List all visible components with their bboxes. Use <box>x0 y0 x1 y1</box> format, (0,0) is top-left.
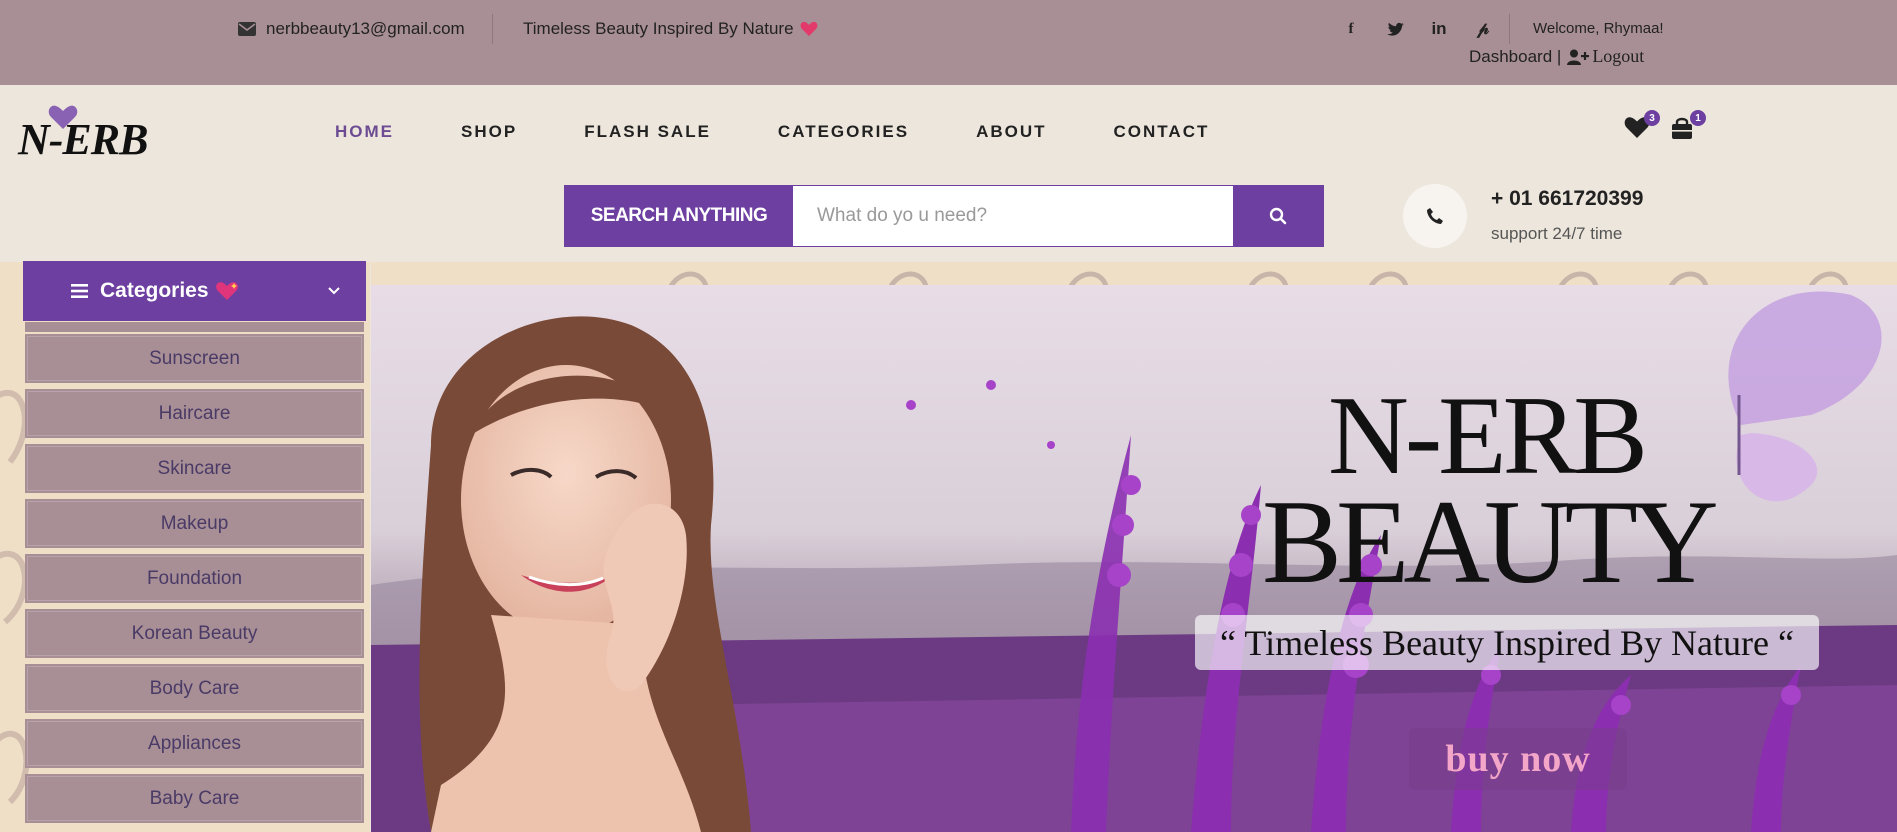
main-nav: HOME SHOP FLASH SALE CATEGORIES ABOUT CO… <box>335 122 1209 142</box>
email-text: nerbbeauty13@gmail.com <box>266 19 465 38</box>
category-sunscreen[interactable]: Sunscreen <box>25 334 364 383</box>
category-body-care[interactable]: Body Care <box>25 664 364 713</box>
site-logo[interactable]: N-ERB <box>18 104 173 164</box>
heart-icon <box>800 21 818 37</box>
welcome-text: Welcome, Rhymaa! <box>1533 20 1664 37</box>
logout-label: Logout <box>1592 46 1645 66</box>
search-label: SEARCH ANYTHING <box>565 186 793 246</box>
nav-contact[interactable]: CONTACT <box>1114 122 1210 142</box>
top-bar: nerbbeauty13@gmail.com Timeless Beauty I… <box>0 0 1897 85</box>
phone-icon <box>1427 208 1443 224</box>
search-button[interactable] <box>1233 186 1323 246</box>
buy-now-button[interactable]: buy now <box>1409 728 1627 790</box>
linkedin-icon[interactable]: in <box>1426 17 1452 41</box>
support-text: support 24/7 time <box>1491 224 1623 243</box>
tagline: Timeless Beauty Inspired By Nature <box>523 19 818 39</box>
facebook-icon[interactable]: f <box>1338 17 1364 41</box>
social-links: f in 𝓅 <box>1338 17 1496 41</box>
contact-email[interactable]: nerbbeauty13@gmail.com <box>238 19 465 39</box>
category-skincare[interactable]: Skincare <box>25 444 364 493</box>
list-divider <box>25 322 364 332</box>
hero-banner[interactable]: N-ERB BEAUTY “ Timeless Beauty Inspired … <box>371 285 1897 832</box>
cart-button[interactable]: 1 <box>1670 110 1706 142</box>
nav-home[interactable]: HOME <box>335 122 394 142</box>
tagline-text: Timeless Beauty Inspired By Nature <box>523 19 794 38</box>
dashboard-link[interactable]: Dashboard | <box>1469 47 1561 67</box>
category-haircare[interactable]: Haircare <box>25 389 364 438</box>
category-makeup[interactable]: Makeup <box>25 499 364 548</box>
cart-count: 1 <box>1690 110 1706 126</box>
envelope-icon <box>238 22 256 36</box>
search-icon <box>1269 207 1287 225</box>
search-bar: SEARCH ANYTHING <box>564 185 1324 247</box>
search-input[interactable] <box>793 186 1233 246</box>
user-plus-icon <box>1567 49 1590 65</box>
menu-icon <box>71 284 88 298</box>
nav-categories[interactable]: CATEGORIES <box>778 122 909 142</box>
categories-label: Categories <box>100 279 209 302</box>
category-list: Sunscreen Haircare Skincare Makeup Found… <box>25 322 364 829</box>
categories-title: Categories <box>100 279 239 303</box>
pinterest-icon[interactable]: 𝓅 <box>1470 17 1496 41</box>
wishlist-button[interactable]: 3 <box>1624 110 1660 142</box>
support-phone[interactable]: + 01 661720399 <box>1491 187 1643 211</box>
wishlist-count: 3 <box>1644 110 1660 126</box>
nav-about[interactable]: ABOUT <box>976 122 1046 142</box>
category-appliances[interactable]: Appliances <box>25 719 364 768</box>
logout-button[interactable]: Logout <box>1567 46 1644 67</box>
phone-icon-badge <box>1403 184 1467 248</box>
nav-flash-sale[interactable]: FLASH SALE <box>584 122 711 142</box>
divider <box>1509 14 1510 44</box>
banner-title-line2: BEAUTY <box>1262 475 1719 608</box>
categories-toggle[interactable]: Categories <box>23 261 366 321</box>
category-baby-care[interactable]: Baby Care <box>25 774 364 823</box>
category-korean-beauty[interactable]: Korean Beauty <box>25 609 364 658</box>
account-links: Dashboard | Logout <box>1469 46 1644 67</box>
chevron-down-icon <box>328 287 340 295</box>
category-foundation[interactable]: Foundation <box>25 554 364 603</box>
header-icons: 3 1 <box>1624 110 1706 142</box>
twitter-icon[interactable] <box>1382 17 1408 41</box>
nav-shop[interactable]: SHOP <box>461 122 517 142</box>
banner-quote: “ Timeless Beauty Inspired By Nature “ <box>1195 615 1819 670</box>
divider <box>492 14 493 44</box>
banner-top-decoration <box>371 262 1897 286</box>
logo-text: N-ERB <box>18 115 148 164</box>
sparkle-heart-icon <box>215 282 238 300</box>
